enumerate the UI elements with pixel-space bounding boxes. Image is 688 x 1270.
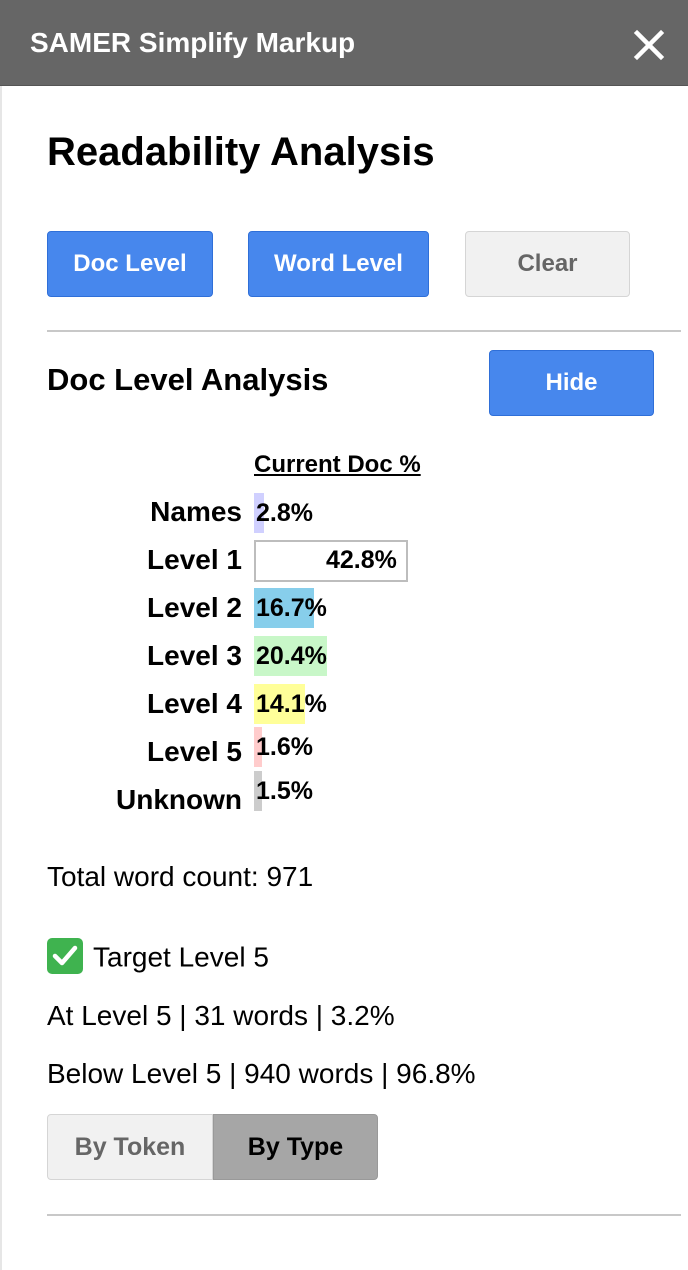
value-unknown: 1.5% bbox=[256, 777, 313, 805]
section-title: Doc Level Analysis bbox=[47, 362, 329, 397]
row-label-level-2: Level 2 bbox=[147, 592, 242, 623]
page-title: Readability Analysis bbox=[47, 130, 435, 174]
row-label-level-4: Level 4 bbox=[147, 688, 242, 719]
row-label-names: Names bbox=[150, 496, 242, 527]
column-header: Current Doc % bbox=[254, 451, 421, 478]
below-level-stats: Below Level 5 | 940 words | 96.8% bbox=[47, 1058, 476, 1089]
target-level-label: Target Level 5 bbox=[93, 941, 269, 973]
title-bar: SAMER Simplify Markup bbox=[0, 0, 688, 86]
value-level-3: 20.4% bbox=[256, 642, 327, 670]
word-level-button[interactable]: Word Level bbox=[248, 231, 429, 297]
window-title: SAMER Simplify Markup bbox=[30, 27, 356, 58]
clear-button[interactable]: Clear bbox=[465, 231, 630, 297]
row-label-level-1: Level 1 bbox=[147, 544, 242, 575]
row-label-unknown: Unknown bbox=[116, 784, 242, 815]
value-level-1: 42.8% bbox=[326, 546, 397, 574]
hide-button[interactable]: Hide bbox=[489, 350, 654, 416]
divider bbox=[47, 1214, 681, 1216]
value-level-4: 14.1% bbox=[256, 690, 327, 718]
at-level-stats: At Level 5 | 31 words | 3.2% bbox=[47, 1000, 395, 1031]
value-level-2: 16.7% bbox=[256, 594, 327, 622]
by-type-button[interactable]: By Type bbox=[213, 1114, 378, 1180]
check-mark-icon bbox=[47, 938, 83, 974]
target-level: Target Level 5 bbox=[47, 938, 269, 977]
panel-left-border bbox=[0, 86, 2, 1270]
by-token-button[interactable]: By Token bbox=[47, 1114, 213, 1180]
row-label-level-5: Level 5 bbox=[147, 736, 242, 767]
value-level-5: 1.6% bbox=[256, 733, 313, 761]
value-names: 2.8% bbox=[256, 499, 313, 527]
close-icon[interactable] bbox=[630, 26, 668, 64]
total-word-count: Total word count: 971 bbox=[47, 861, 314, 892]
divider bbox=[47, 330, 681, 332]
doc-level-button[interactable]: Doc Level bbox=[47, 231, 213, 297]
row-label-level-3: Level 3 bbox=[147, 640, 242, 671]
